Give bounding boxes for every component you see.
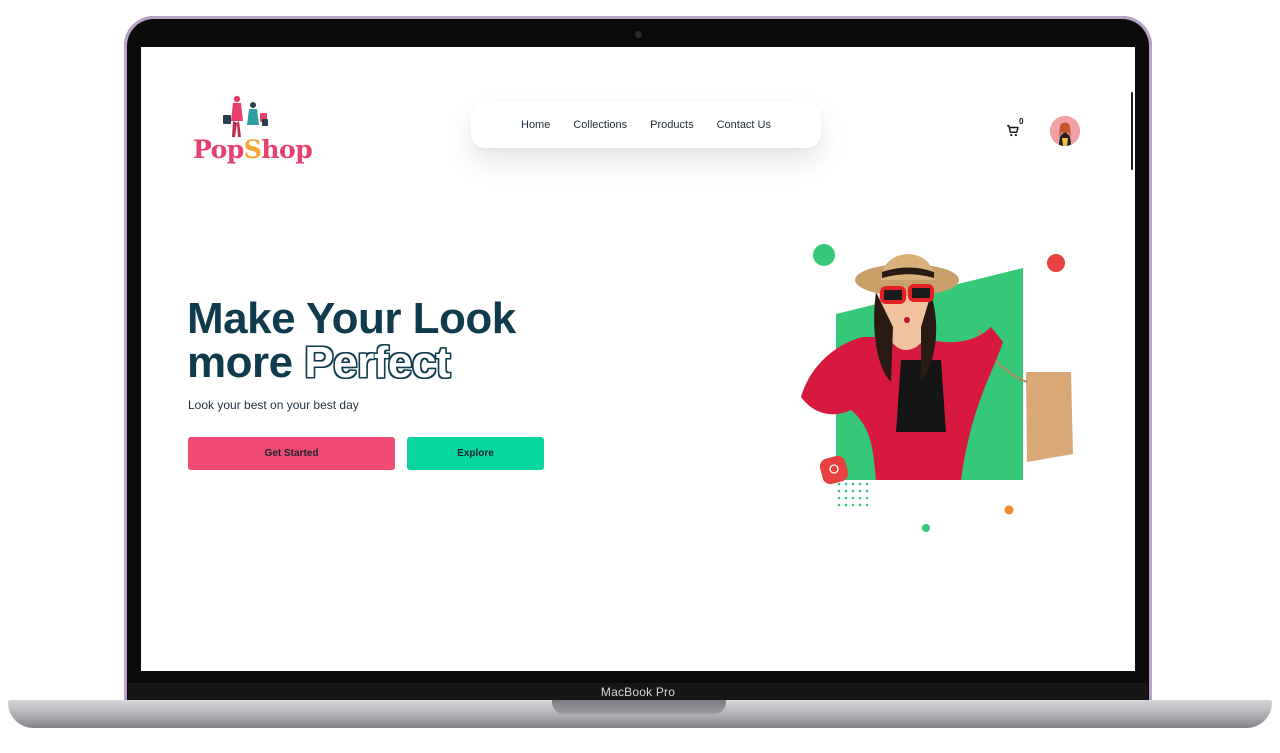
hero-heading-line2-plain: more: [187, 338, 293, 387]
hero-model-illustration: [801, 244, 1073, 532]
browser-viewport: PopShop Home Collections Products Contac…: [141, 47, 1135, 671]
brand-part-pop: Pop: [193, 135, 244, 164]
laptop-chin: MacBook Pro: [128, 683, 1148, 701]
dot-grid-pattern: [837, 482, 869, 507]
nav-home[interactable]: Home: [521, 119, 550, 131]
get-started-button[interactable]: Get Started: [188, 437, 395, 470]
brand-part-shop: hop: [261, 135, 313, 164]
brand-wordmark: PopShop: [193, 135, 313, 164]
nav-collections[interactable]: Collections: [573, 119, 627, 131]
nav-products[interactable]: Products: [650, 119, 693, 131]
main-nav: Home Collections Products Contact Us: [471, 102, 821, 148]
cart-button[interactable]: 0: [1006, 117, 1026, 140]
device-label: MacBook Pro: [600, 685, 676, 699]
cart-icon: [1007, 125, 1019, 137]
laptop-notch: [552, 700, 726, 714]
decor-red-dot: [1047, 254, 1065, 272]
brand-part-s: S: [243, 135, 262, 164]
avatar-person-icon: [1050, 116, 1080, 146]
decor-orange-dot: [1004, 505, 1014, 515]
hero-heading-line2-outline: Perfect: [304, 338, 451, 387]
brand-logo[interactable]: PopShop: [193, 95, 313, 167]
user-avatar[interactable]: [1050, 116, 1080, 146]
decor-green-dot: [813, 244, 835, 266]
nav-contact-us[interactable]: Contact Us: [717, 119, 771, 131]
hero-subtitle: Look your best on your best day: [188, 398, 359, 412]
hero-heading: Make Your Look more Perfect: [187, 297, 516, 385]
cart-count-badge: 0: [1019, 117, 1024, 126]
scrollbar[interactable]: [1131, 92, 1133, 170]
decor-small-green-dot: [922, 524, 930, 532]
explore-button[interactable]: Explore: [407, 437, 544, 470]
shopping-bag-icon: [1026, 372, 1073, 462]
hero-heading-line1: Make Your Look: [187, 294, 516, 343]
camera-icon: [635, 31, 642, 38]
